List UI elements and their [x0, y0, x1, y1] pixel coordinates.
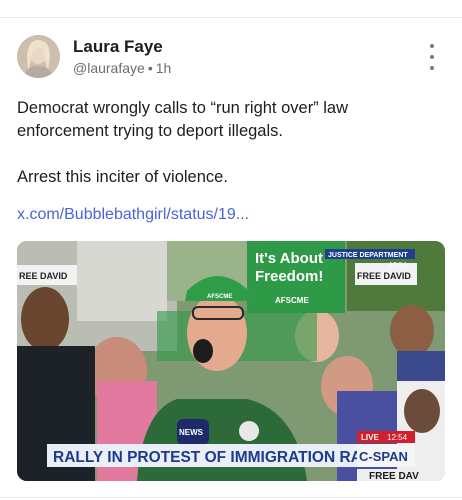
bottom-divider [0, 497, 462, 498]
avatar[interactable] [17, 35, 60, 78]
more-vertical-icon [430, 44, 434, 48]
author-display-name[interactable]: Laura Faye [73, 37, 163, 57]
inset-time: 12:54 [389, 262, 407, 269]
free-dav-bottom: FREE DAV [369, 471, 419, 481]
mic-label: NEWS [179, 428, 204, 437]
author-handle[interactable]: @laurafaye [73, 60, 145, 76]
free-david-sign: FREE DAVID [357, 271, 411, 281]
post-link[interactable]: x.com/Bubblebathgirl/status/19... [17, 206, 249, 224]
network-logo: C-SPAN [359, 449, 408, 464]
post-text-paragraph: Democrat wrongly calls to “run right ove… [17, 99, 349, 140]
top-divider [0, 17, 462, 18]
more-vertical-icon-dot [430, 66, 434, 70]
post-text: Democrat wrongly calls to “run right ove… [17, 97, 437, 189]
sign-brand: AFSCME [275, 296, 309, 305]
media-video-thumbnail[interactable]: It's About Freedom! AFSCME FREE DAVID RE… [17, 241, 445, 481]
avatar-image [17, 35, 60, 78]
inset-label: JUSTICE DEPARTMENT [328, 252, 408, 259]
cap-brand: AFSCME [207, 294, 232, 300]
meta-separator: • [147, 60, 153, 76]
live-label: LIVE [361, 433, 379, 442]
video-frame: It's About Freedom! AFSCME FREE DAVID RE… [17, 241, 445, 481]
chyron-text: RALLY IN PROTEST OF IMMIGRATION RAIDS [53, 449, 388, 466]
sign-text-line1: It's About [255, 250, 323, 267]
post-text-paragraph: Arrest this inciter of violence. [17, 168, 228, 186]
author-meta: @laurafaye • 1h [73, 60, 171, 76]
more-vertical-icon-dot [430, 55, 434, 59]
post-time[interactable]: 1h [156, 60, 172, 76]
more-options-button[interactable] [420, 44, 444, 70]
sign-text-line2: Freedom! [255, 268, 323, 285]
left-sign: REE DAVID [19, 271, 68, 281]
live-time: 12:54 [387, 433, 408, 442]
